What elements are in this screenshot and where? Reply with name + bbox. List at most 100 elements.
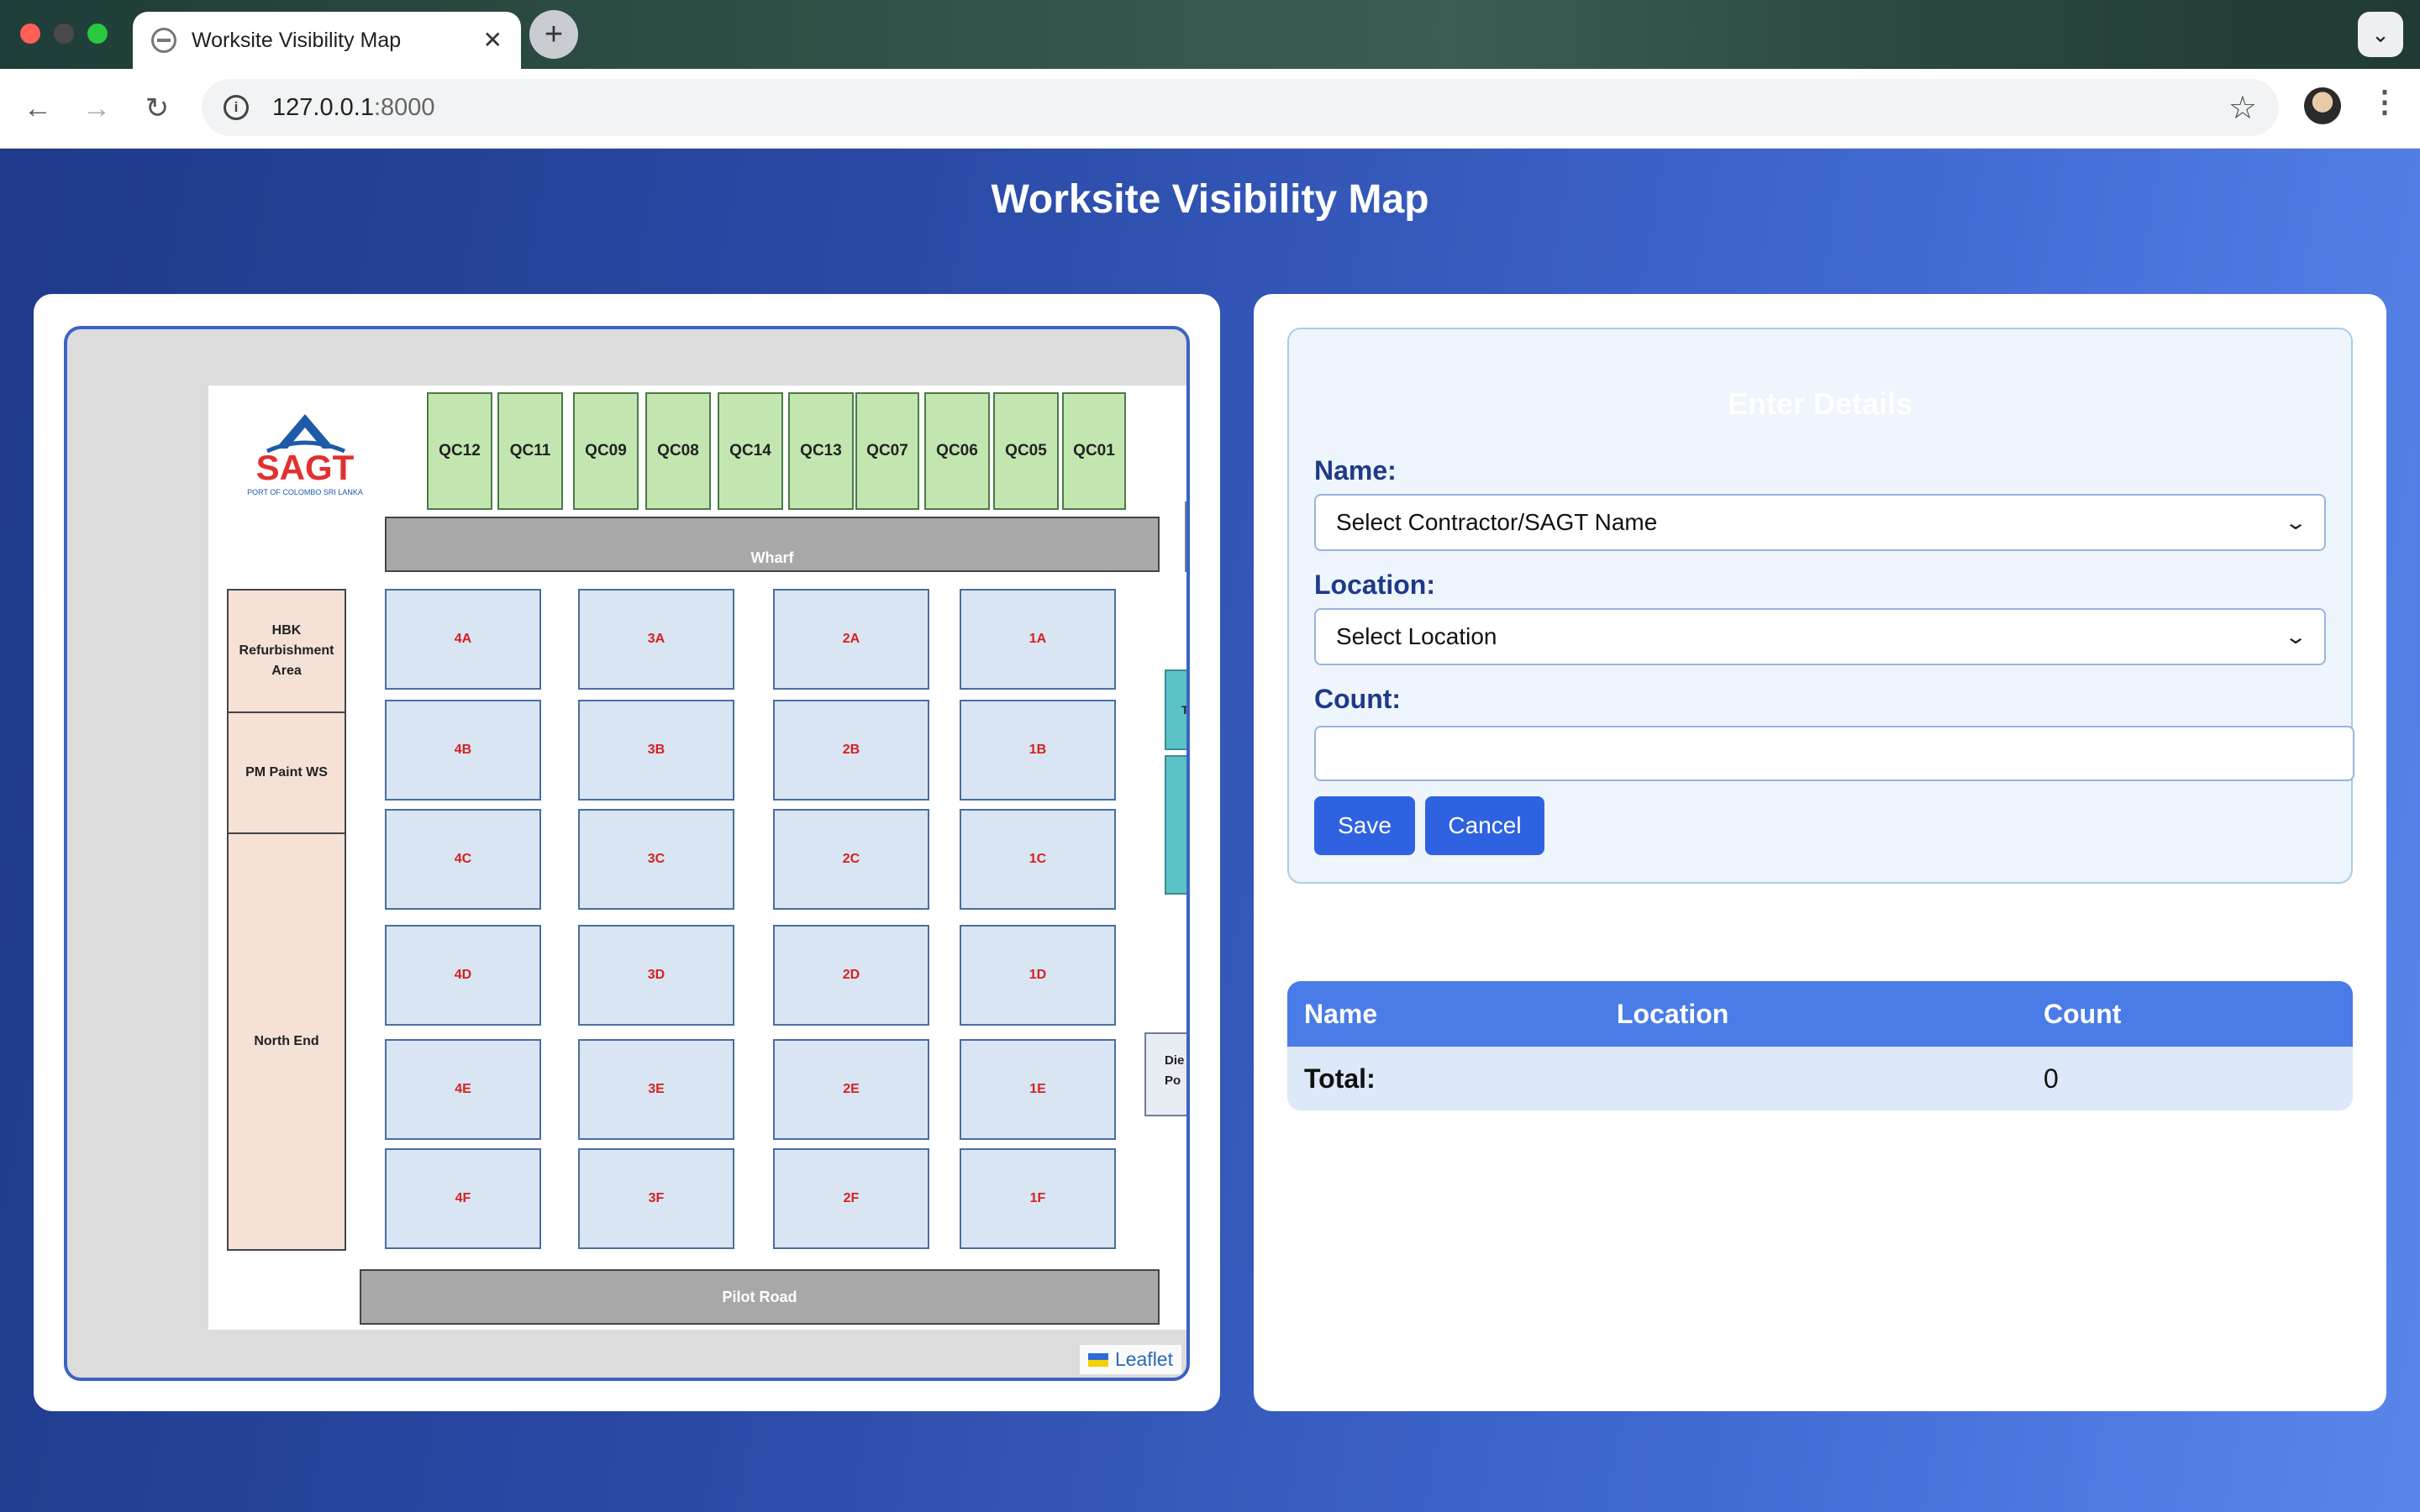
zone-pm-paint-ws: PM Paint WS <box>227 711 346 834</box>
pilot-road-label: Pilot Road <box>360 1269 1160 1325</box>
name-label: Name: <box>1314 455 1397 486</box>
ukraine-flag-icon <box>1087 1352 1108 1367</box>
yard-block-1e: 1E <box>960 1039 1116 1140</box>
close-tab-icon[interactable]: ✕ <box>483 29 502 52</box>
tab-title: Worksite Visibility Map <box>192 28 402 52</box>
quay-crane-qc07: QC07 <box>855 392 919 510</box>
yard-block-2c: 2C <box>773 809 929 910</box>
table-total-row: Total: 0 <box>1287 1047 2353 1110</box>
yard-block-2b: 2B <box>773 700 929 801</box>
yard-block-4f: 4F <box>385 1148 541 1249</box>
svg-text:PORT OF COLOMBO SRI LANKA: PORT OF COLOMBO SRI LANKA <box>247 488 363 496</box>
quay-crane-qc05: QC05 <box>993 392 1059 510</box>
site-plan-image: SAGT PORT OF COLOMBO SRI LANKA QC12 QC11 Q… <box>208 386 1189 1330</box>
yard-block-3e: 3E <box>578 1039 734 1140</box>
location-select[interactable]: Select Location ⌄ <box>1314 608 2326 665</box>
maximize-window-button[interactable] <box>87 24 108 44</box>
total-count: 0 <box>2044 1063 2059 1094</box>
quay-crane-qc13: QC13 <box>788 392 854 510</box>
header-count: Count <box>2044 998 2122 1029</box>
wharf-edge-marker <box>1185 501 1186 572</box>
chevron-down-icon: ⌄ <box>2371 21 2390 47</box>
reload-button[interactable]: ↻ <box>136 87 178 129</box>
new-tab-button[interactable]: + <box>529 10 578 59</box>
arrow-left-icon: ← <box>24 92 52 124</box>
header-name: Name <box>1304 998 1378 1029</box>
total-label: Total: <box>1304 1063 1376 1094</box>
count-input[interactable] <box>1314 726 2354 781</box>
yard-block-3d: 3D <box>578 925 734 1026</box>
chevron-down-icon: ⌄ <box>2283 511 2308 534</box>
wharf-label: Wharf <box>385 517 1160 572</box>
sagt-logo: SAGT PORT OF COLOMBO SRI LANKA <box>242 402 368 503</box>
quay-crane-qc09: QC09 <box>573 392 639 510</box>
browser-tab[interactable]: Worksite Visibility Map ✕ <box>133 12 521 69</box>
url-port: :8000 <box>373 93 435 121</box>
form-heading: Enter Details <box>1727 386 1913 421</box>
chevron-down-icon: ⌄ <box>2283 625 2308 648</box>
count-label: Count: <box>1314 684 1402 714</box>
profile-avatar[interactable] <box>2304 87 2341 124</box>
yard-block-4c: 4C <box>385 809 541 910</box>
reload-icon: ↻ <box>145 92 170 124</box>
point-label: Po <box>1165 1074 1181 1088</box>
save-button[interactable]: Save <box>1314 796 1415 855</box>
yard-block-4b: 4B <box>385 700 541 801</box>
yard-block-2d: 2D <box>773 925 929 1026</box>
quay-crane-qc12: QC12 <box>427 392 492 510</box>
quay-crane-qc08: QC08 <box>645 392 711 510</box>
browser-menu-icon[interactable]: ⋮ <box>2370 84 2400 119</box>
quay-crane-qc06: QC06 <box>924 392 990 510</box>
teal-area-label: T <box>1181 703 1189 717</box>
url-text: 127.0.0.1:8000 <box>272 94 2228 122</box>
site-info-icon[interactable]: i <box>224 95 249 120</box>
details-form: Enter Details Name: Select Contractor/SA… <box>1287 328 2354 884</box>
yard-block-1a: 1A <box>960 589 1116 690</box>
header-location: Location <box>1617 998 1729 1029</box>
quay-crane-qc11: QC11 <box>497 392 563 510</box>
yard-block-1f: 1F <box>960 1148 1116 1249</box>
yard-block-3f: 3F <box>578 1148 734 1249</box>
teal-area-top: T <box>1165 669 1189 750</box>
url-host: 127.0.0.1 <box>272 93 374 121</box>
map-container[interactable]: SAGT PORT OF COLOMBO SRI LANKA QC12 QC11 Q… <box>64 326 1190 1381</box>
svg-text:SAGT: SAGT <box>256 448 355 487</box>
teal-area-bottom <box>1165 755 1186 895</box>
zone-north-end: North End <box>227 832 346 1251</box>
arrow-right-icon: → <box>82 92 111 124</box>
yard-block-2a: 2A <box>773 589 929 690</box>
yard-block-4d: 4D <box>385 925 541 1026</box>
back-button[interactable]: ← <box>17 87 59 129</box>
leaflet-link[interactable]: Leaflet <box>1115 1348 1173 1371</box>
cancel-button[interactable]: Cancel <box>1425 796 1544 855</box>
quay-crane-qc01: QC01 <box>1062 392 1126 510</box>
yard-block-4e: 4E <box>385 1039 541 1140</box>
table-header-row: Name Location Count <box>1287 981 2353 1047</box>
leaflet-attribution[interactable]: Leaflet <box>1079 1345 1181 1374</box>
diesel-point-box: Die Po <box>1144 1032 1186 1116</box>
quay-crane-qc14: QC14 <box>718 392 783 510</box>
tab-list-button[interactable]: ⌄ <box>2358 12 2403 57</box>
page-title: Worksite Visibility Map <box>991 177 1429 222</box>
entries-table: Name Location Count Total: 0 <box>1287 981 2353 1110</box>
yard-block-1b: 1B <box>960 700 1116 801</box>
forward-button[interactable]: → <box>76 87 118 129</box>
zone-hbk-refurbishment: HBK Refurbishment Area <box>227 589 346 713</box>
yard-block-2e: 2E <box>773 1039 929 1140</box>
name-select-value: Select Contractor/SAGT Name <box>1336 509 1658 535</box>
yard-block-4a: 4A <box>385 589 541 690</box>
yard-block-1c: 1C <box>960 809 1116 910</box>
yard-block-3c: 3C <box>578 809 734 910</box>
globe-icon <box>151 28 176 53</box>
close-window-button[interactable] <box>20 24 40 44</box>
bookmark-star-icon[interactable]: ☆ <box>2228 89 2257 127</box>
address-bar[interactable]: i 127.0.0.1:8000 ☆ <box>202 79 2279 136</box>
name-select[interactable]: Select Contractor/SAGT Name ⌄ <box>1314 494 2326 551</box>
yard-block-3a: 3A <box>578 589 734 690</box>
yard-block-1d: 1D <box>960 925 1116 1026</box>
minimize-window-button[interactable] <box>54 24 74 44</box>
yard-block-3b: 3B <box>578 700 734 801</box>
yard-block-2f: 2F <box>773 1148 929 1249</box>
location-select-value: Select Location <box>1336 623 1497 649</box>
location-label: Location: <box>1314 570 1435 600</box>
